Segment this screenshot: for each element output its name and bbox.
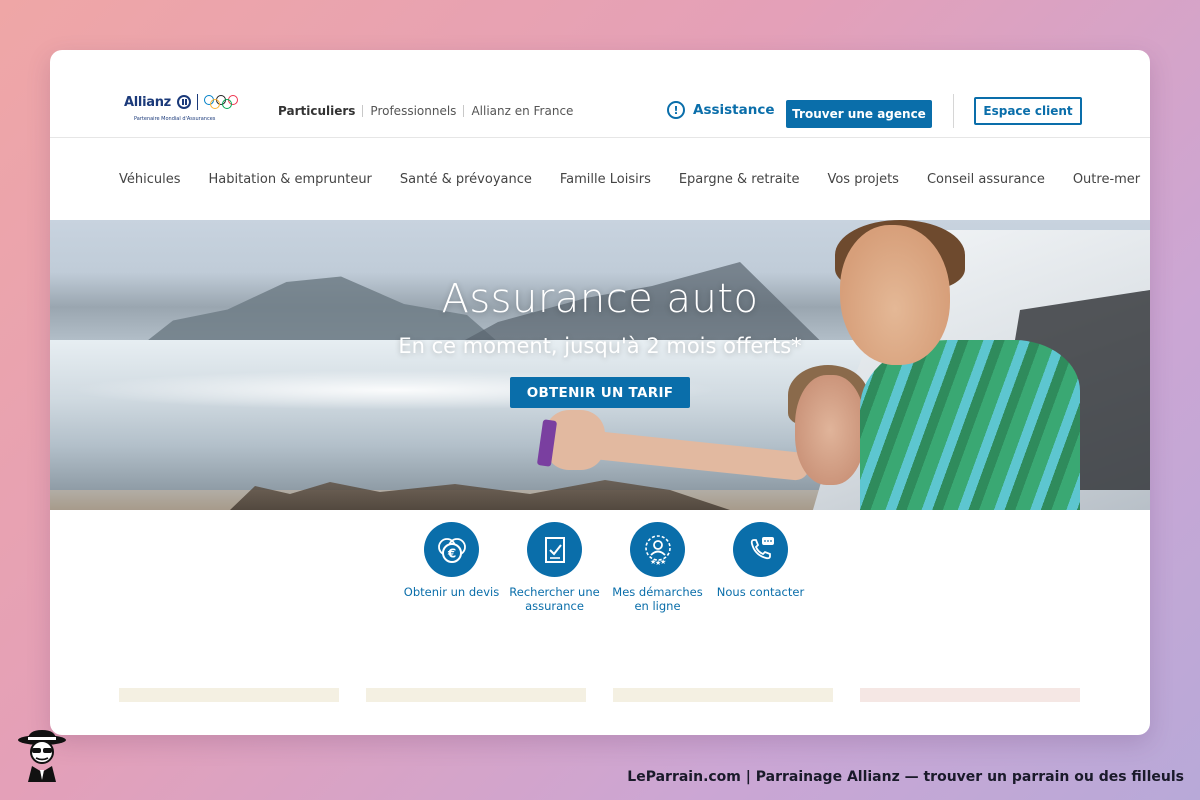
segment-allianz-en-france[interactable]: Allianz en France	[464, 104, 580, 118]
segment-particuliers[interactable]: Particuliers	[278, 104, 362, 118]
find-agency-button[interactable]: Trouver une agence	[786, 100, 932, 128]
allianz-emblem-icon	[176, 95, 191, 109]
nav-item-outre-mer[interactable]: Outre-mer	[1073, 172, 1140, 187]
action-label: Mes démarches en ligne	[612, 585, 703, 613]
action-devis[interactable]: € Obtenir un devis	[400, 522, 503, 613]
alert-circle-icon: !	[667, 101, 685, 119]
phone-chat-icon	[733, 522, 788, 577]
action-label: Obtenir un devis	[403, 585, 500, 599]
audience-segments: Particuliers Professionnels Allianz en F…	[278, 104, 580, 118]
document-check-icon	[527, 522, 582, 577]
logo-wordmark: Allianz	[124, 94, 171, 110]
action-demarches[interactable]: ★ ★ ★ Mes démarches en ligne	[606, 522, 709, 613]
hero-title: Assurance auto	[441, 276, 759, 322]
action-label: Nous contacter	[716, 585, 805, 599]
action-rechercher[interactable]: Rechercher une assurance	[503, 522, 606, 613]
main-nav: Véhicules Habitation & emprunteur Santé …	[119, 172, 1140, 187]
logo-divider	[196, 94, 198, 110]
nav-item-conseil[interactable]: Conseil assurance	[927, 172, 1045, 187]
spy-mascot-icon	[18, 730, 66, 782]
nav-item-vehicules[interactable]: Véhicules	[119, 172, 181, 187]
svg-text:€: €	[446, 546, 455, 560]
assistance-link[interactable]: ! Assistance	[667, 101, 775, 119]
hero-photo-boy-shirt	[860, 340, 1080, 510]
hero-banner: Assurance auto En ce moment, jusqu'à 2 m…	[50, 220, 1150, 510]
content-cards	[119, 688, 1080, 702]
content-card[interactable]	[366, 688, 586, 702]
browser-window: Allianz Partenaire Mondial d'Assurances …	[50, 50, 1150, 735]
footer-caption: LeParrain.com | Parrainage Allianz — tro…	[627, 769, 1184, 785]
allianz-logo[interactable]: Allianz	[124, 94, 240, 110]
top-header: Allianz Partenaire Mondial d'Assurances …	[50, 50, 1150, 138]
content-card[interactable]	[613, 688, 833, 702]
hero-subtitle: En ce moment, jusqu'à 2 mois offerts*	[398, 334, 802, 358]
nav-item-vos-projets[interactable]: Vos projets	[827, 172, 899, 187]
content-card[interactable]	[860, 688, 1080, 702]
hero-photo-child	[795, 375, 865, 485]
nav-item-habitation[interactable]: Habitation & emprunteur	[209, 172, 372, 187]
user-stars-icon: ★ ★ ★	[630, 522, 685, 577]
client-space-button[interactable]: Espace client	[974, 97, 1082, 125]
action-label: Rechercher une assurance	[509, 585, 600, 613]
quick-actions: € Obtenir un devis Rechercher une assura…	[400, 522, 812, 613]
olympic-rings-icon	[203, 95, 240, 109]
header-divider	[953, 94, 954, 128]
nav-item-sante[interactable]: Santé & prévoyance	[400, 172, 532, 187]
logo-tagline: Partenaire Mondial d'Assurances	[134, 116, 216, 122]
assistance-label: Assistance	[693, 102, 775, 118]
action-contact[interactable]: Nous contacter	[709, 522, 812, 613]
nav-item-famille-loisirs[interactable]: Famille Loisirs	[560, 172, 651, 187]
content-card[interactable]	[119, 688, 339, 702]
nav-item-epargne[interactable]: Epargne & retraite	[679, 172, 800, 187]
get-quote-button[interactable]: OBTENIR UN TARIF	[510, 377, 690, 408]
euro-coins-icon: €	[424, 522, 479, 577]
segment-professionnels[interactable]: Professionnels	[363, 104, 463, 118]
svg-text:★: ★	[660, 558, 666, 566]
